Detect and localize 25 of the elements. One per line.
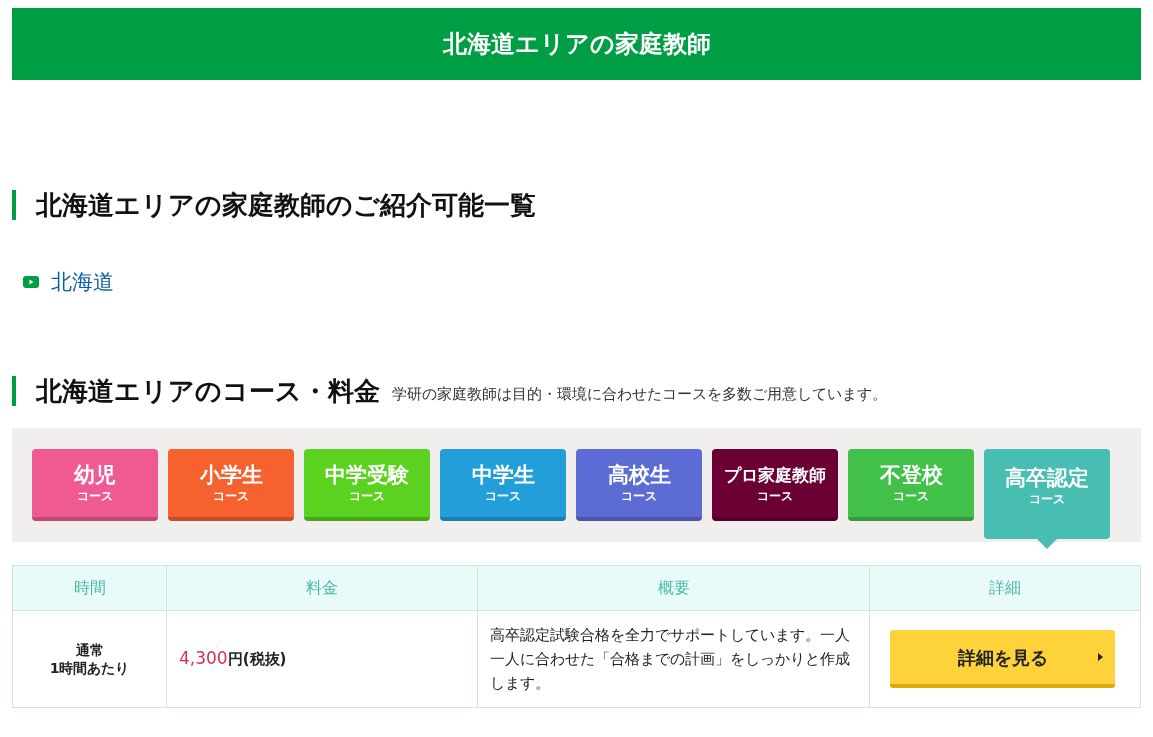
column-header: 詳細: [869, 565, 1141, 611]
summary-cell: 高卒認定試験合格を全力でサポートしています。一人一人に合わせた「合格までの計画」をしっかりと作成します。: [477, 610, 870, 708]
tab-pointer-icon: [1037, 539, 1057, 549]
time-cell: 通常 1時間あたり: [12, 610, 167, 708]
column-header: 時間: [12, 565, 167, 611]
course-tab[interactable]: 不登校 コース: [848, 449, 974, 521]
course-tab[interactable]: 小学生 コース: [168, 449, 294, 521]
caret-icon: [1098, 653, 1103, 661]
details-button[interactable]: 詳細を見る: [890, 630, 1115, 688]
column-header: 概要: [477, 565, 870, 611]
price-unit: 円(税抜): [227, 649, 287, 671]
price-amount: 4,300: [179, 647, 228, 671]
section-heading: 北海道エリアの家庭教師のご紹介可能一覧: [12, 190, 1141, 220]
course-tab[interactable]: 中学生 コース: [440, 449, 566, 521]
section-subtitle: 学研の家庭教師は目的・環境に合わせたコースを多数ご用意しています。: [392, 384, 887, 405]
section-heading: 北海道エリアのコース・料金: [36, 376, 380, 406]
course-tab[interactable]: 高卒認定 コース: [984, 449, 1110, 539]
play-icon: [23, 276, 39, 288]
course-tab[interactable]: 中学受験 コース: [304, 449, 430, 521]
course-tab[interactable]: 幼児 コース: [32, 449, 158, 521]
course-tab[interactable]: プロ家庭教師 コース: [712, 449, 838, 521]
page-banner: 北海道エリアの家庭教師: [12, 8, 1141, 80]
column-header: 料金: [166, 565, 478, 611]
course-tab[interactable]: 高校生 コース: [576, 449, 702, 521]
area-link[interactable]: 北海道: [51, 270, 114, 294]
